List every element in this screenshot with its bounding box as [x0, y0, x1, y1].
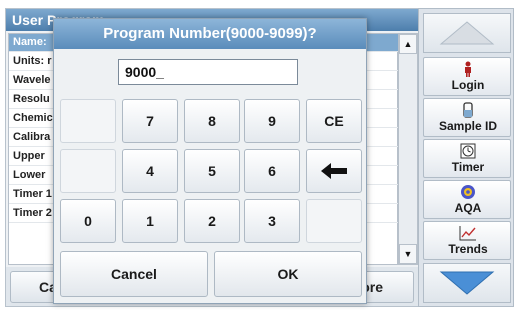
sidebar-item-aqa[interactable]: AQA [423, 180, 511, 219]
cancel-button[interactable]: Cancel [60, 251, 208, 297]
sidebar-item-timer[interactable]: Timer [423, 139, 511, 178]
sidebar-item-trends[interactable]: Trends [423, 221, 511, 260]
scroll-up-icon[interactable]: ▲ [399, 34, 417, 54]
program-number-input[interactable]: 9000_ [118, 59, 298, 85]
key-8-button[interactable]: 8 [184, 99, 240, 143]
scroll-down-button[interactable] [423, 263, 511, 303]
sidebar-item-login[interactable]: Login [423, 57, 511, 96]
scroll-up-button[interactable] [423, 13, 511, 53]
sidebar: Login Sample ID Timer AQA Trends [418, 8, 514, 307]
arrow-up-icon [439, 21, 495, 45]
sidebar-item-label: Trends [448, 242, 488, 256]
blank-key [306, 199, 362, 243]
key-1-button[interactable]: 1 [122, 199, 178, 243]
key-4-button[interactable]: 4 [122, 149, 178, 193]
key-9-button[interactable]: 9 [244, 99, 300, 143]
sidebar-item-label: Login [451, 78, 485, 92]
key-2-button[interactable]: 2 [184, 199, 240, 243]
blank-key [60, 99, 116, 143]
arrow-down-icon [439, 271, 495, 295]
trend-chart-icon [424, 225, 512, 241]
ok-button[interactable]: OK [214, 251, 362, 297]
dialog-title: Program Number(9000-9099)? [54, 19, 366, 49]
key-0-button[interactable]: 0 [60, 199, 116, 243]
program-number-dialog: Program Number(9000-9099)? 9000_ 7 8 9 C… [53, 18, 367, 304]
sidebar-item-label: Sample ID [438, 119, 498, 133]
backspace-arrow-icon [321, 163, 347, 179]
list-scrollbar[interactable]: ▲ ▼ [398, 33, 418, 265]
vial-icon [424, 102, 512, 118]
key-5-button[interactable]: 5 [184, 149, 240, 193]
sidebar-item-label: Timer [451, 160, 485, 174]
clear-entry-button[interactable]: CE [306, 99, 362, 143]
sidebar-item-label: AQA [454, 201, 482, 215]
backspace-button[interactable] [306, 149, 362, 193]
clock-icon [424, 143, 512, 159]
key-3-button[interactable]: 3 [244, 199, 300, 243]
blank-key [60, 149, 116, 193]
key-6-button[interactable]: 6 [244, 149, 300, 193]
sidebar-item-sample-id[interactable]: Sample ID [423, 98, 511, 137]
key-7-button[interactable]: 7 [122, 99, 178, 143]
person-icon [424, 61, 512, 77]
scroll-down-icon[interactable]: ▼ [399, 244, 417, 264]
aqa-icon [424, 184, 512, 200]
